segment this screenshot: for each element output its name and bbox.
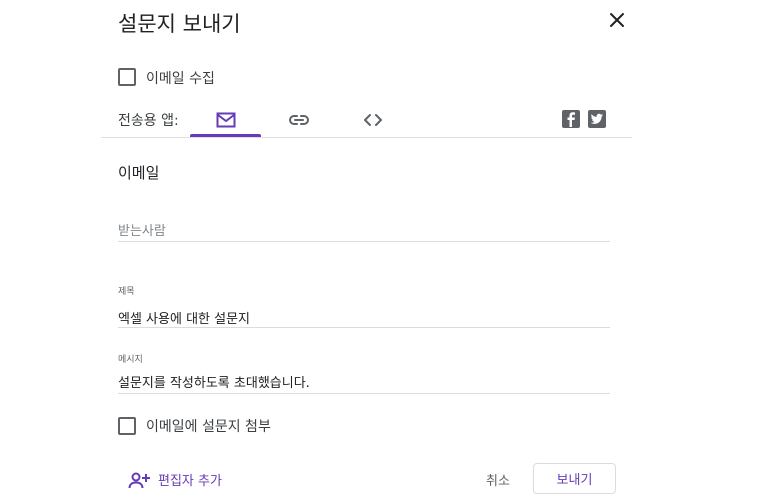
include-form-label: 이메일에 설문지 첨부 — [146, 419, 271, 435]
collect-email-checkbox[interactable] — [118, 68, 136, 86]
subject-underline — [118, 327, 610, 328]
twitter-share-button[interactable] — [588, 110, 606, 128]
close-icon — [610, 13, 624, 27]
embed-code-icon — [364, 114, 382, 126]
send-button[interactable]: 보내기 — [533, 463, 616, 494]
message-underline — [118, 393, 610, 394]
add-person-icon — [128, 472, 150, 488]
add-editors-label: 편집자 추가 — [158, 474, 222, 489]
tab-divider — [101, 137, 632, 138]
email-section-heading: 이메일 — [118, 164, 160, 182]
close-button[interactable] — [607, 10, 627, 30]
subject-input[interactable]: 엑셀 사용에 대한 설문지 — [118, 308, 250, 327]
twitter-icon — [590, 113, 603, 124]
collect-email-label: 이메일 수집 — [146, 71, 215, 87]
send-via-label: 전송용 앱: — [118, 113, 179, 129]
subject-label: 제목 — [118, 287, 135, 297]
facebook-icon — [567, 112, 575, 127]
tab-email[interactable] — [190, 104, 261, 136]
recipients-input[interactable]: 받는사람 — [118, 220, 166, 239]
email-icon — [216, 112, 235, 128]
add-editors-button[interactable]: 편집자 추가 — [128, 470, 222, 489]
cancel-button[interactable]: 취소 — [478, 464, 518, 494]
message-input[interactable]: 설문지를 작성하도록 초대했습니다. — [118, 372, 310, 391]
recipients-underline — [118, 241, 610, 242]
message-label: 메시지 — [118, 355, 143, 365]
include-form-checkbox[interactable] — [118, 417, 136, 435]
link-icon — [289, 115, 309, 125]
tab-link[interactable] — [280, 104, 318, 136]
tab-embed[interactable] — [354, 104, 392, 136]
facebook-share-button[interactable] — [562, 110, 580, 128]
dialog-title: 설문지 보내기 — [118, 12, 241, 36]
